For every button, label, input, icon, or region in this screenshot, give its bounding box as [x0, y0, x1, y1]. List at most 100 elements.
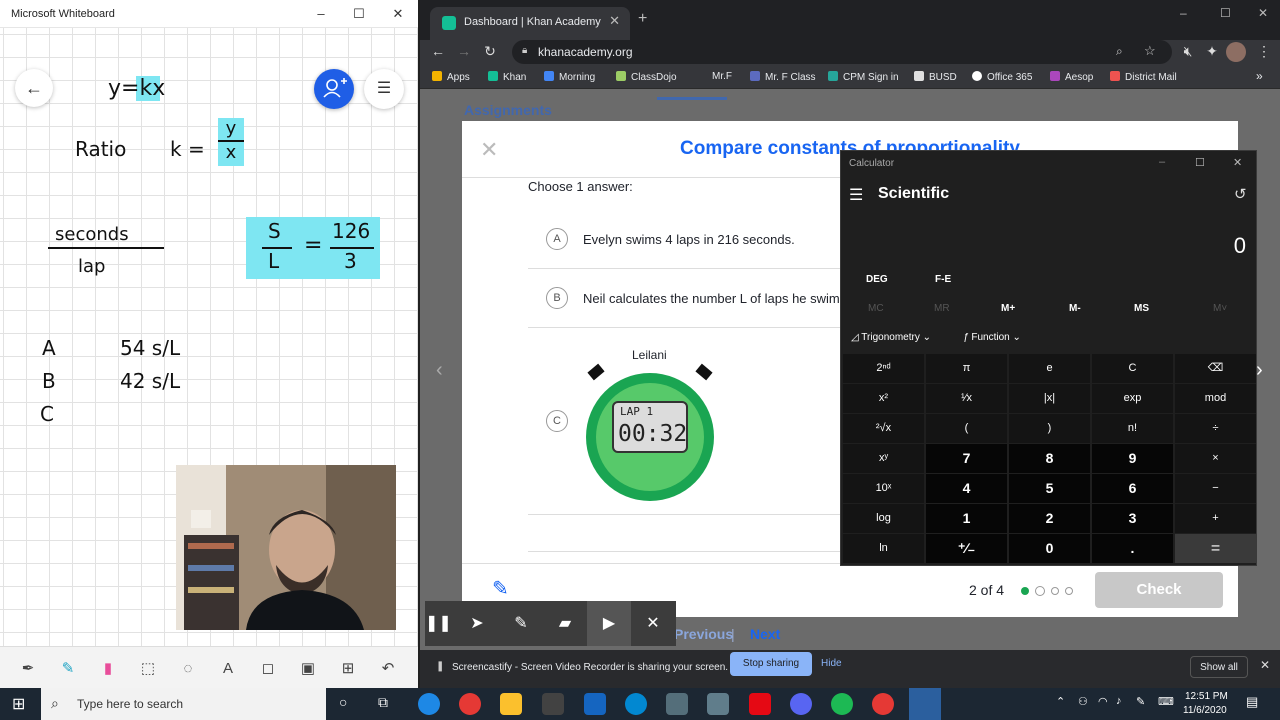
scratchpad-icon[interactable]: ✎	[492, 576, 509, 601]
calc-key-18[interactable]: 9	[1092, 444, 1173, 473]
camera-icon[interactable]: ▶	[587, 601, 631, 646]
calc-key-15[interactable]: xʸ	[843, 444, 924, 473]
edge-icon[interactable]	[418, 693, 440, 715]
app-icon[interactable]	[625, 693, 647, 715]
tab-close-icon[interactable]: ✕	[609, 13, 620, 29]
calc-key-24[interactable]: −	[1175, 474, 1256, 503]
calc-close-icon[interactable]: ✕	[1233, 156, 1242, 169]
calc-key-3[interactable]: C	[1092, 354, 1173, 383]
calc-key-33[interactable]: .	[1092, 534, 1173, 563]
cursor-icon[interactable]: ➤	[455, 601, 499, 646]
fe-button[interactable]: F-E	[935, 274, 951, 285]
calc-key-30[interactable]: ln	[843, 534, 924, 563]
calc-key-5[interactable]: x²	[843, 384, 924, 413]
pen-workspace-icon[interactable]: ✎	[1136, 695, 1145, 708]
calc-key-12[interactable]: )	[1009, 414, 1090, 443]
close-icon[interactable]: ✕	[1260, 658, 1270, 672]
pen-icon[interactable]: ✎	[499, 601, 543, 646]
chrome-icon[interactable]	[872, 693, 894, 715]
calc-key-8[interactable]: exp	[1092, 384, 1173, 413]
notifications-icon[interactable]: ▤	[1246, 694, 1258, 710]
mute-icon[interactable]: 🔇︎	[1178, 43, 1198, 60]
bookmark-khan[interactable]: Khan	[488, 71, 526, 83]
calc-key-28[interactable]: 3	[1092, 504, 1173, 533]
deg-button[interactable]: DEG	[866, 274, 888, 285]
previous-link[interactable]: Previous	[674, 626, 733, 642]
calc-key-9[interactable]: mod	[1175, 384, 1256, 413]
chrome-icon[interactable]	[459, 693, 481, 715]
people-icon[interactable]: ⚇	[1078, 695, 1088, 708]
pause-icon[interactable]: ❚❚	[425, 601, 452, 646]
calc-key-32[interactable]: 0	[1009, 534, 1090, 563]
check-button[interactable]: Check	[1095, 572, 1223, 608]
tray-chevron-icon[interactable]: ⌃	[1056, 695, 1065, 708]
more-vert-icon[interactable]: ⋮	[1254, 43, 1274, 60]
reload-icon[interactable]: ↻	[480, 43, 500, 60]
extensions-icon[interactable]: ✦	[1202, 43, 1222, 60]
mr-button[interactable]: MR	[934, 303, 950, 314]
function-dropdown[interactable]: ƒ Function ⌄	[963, 332, 1021, 343]
file-explorer-icon[interactable]	[500, 693, 522, 715]
eraser-icon[interactable]: ▰	[543, 601, 587, 646]
invite-button[interactable]	[314, 69, 354, 109]
mc-button[interactable]: MC	[868, 303, 884, 314]
calc-key-14[interactable]: ÷	[1175, 414, 1256, 443]
maximize-icon[interactable]: ☐	[349, 4, 369, 24]
bookmark-apps[interactable]: Apps	[432, 71, 470, 83]
discord-icon[interactable]	[790, 693, 812, 715]
back-button[interactable]: ←	[15, 69, 53, 107]
add-icon[interactable]: ⊞	[332, 653, 364, 685]
calc-key-7[interactable]: |x|	[1009, 384, 1090, 413]
spotify-icon[interactable]	[831, 693, 853, 715]
bookmark-district-mail[interactable]: District Mail	[1110, 71, 1177, 83]
calc-key-4[interactable]: ⌫	[1175, 354, 1256, 383]
highlighter-icon[interactable]: ✎	[52, 653, 84, 685]
store-icon[interactable]	[542, 693, 564, 715]
menu-button[interactable]: ☰	[364, 69, 404, 109]
camera-icon[interactable]	[707, 693, 729, 715]
calc-key-0[interactable]: 2ⁿᵈ	[843, 354, 924, 383]
carousel-prev-icon[interactable]: ‹	[436, 359, 443, 382]
next-link[interactable]: Next	[750, 626, 780, 642]
calc-key-17[interactable]: 8	[1009, 444, 1090, 473]
back-arrow-icon[interactable]: ←	[428, 43, 448, 59]
windows-start-icon[interactable]: ⊞	[12, 694, 25, 714]
avatar[interactable]	[1226, 42, 1246, 62]
calc-key-1[interactable]: π	[926, 354, 1007, 383]
bookmark-office[interactable]: Office 365	[972, 71, 1032, 83]
calc-key-10[interactable]: ²√x	[843, 414, 924, 443]
calc-key-21[interactable]: 4	[926, 474, 1007, 503]
image-icon[interactable]: ▣	[292, 653, 324, 685]
whiteboard-taskbar-icon[interactable]	[909, 688, 941, 720]
browser-close-icon[interactable]: ✕	[1258, 6, 1268, 20]
clock-time[interactable]: 12:51 PM	[1185, 691, 1228, 702]
undo-icon[interactable]: ↶	[372, 653, 404, 685]
bookmark-classdojo[interactable]: ClassDojo	[616, 71, 677, 83]
note-icon[interactable]: ◻	[252, 653, 284, 685]
calculator-icon[interactable]	[666, 693, 688, 715]
keyboard-icon[interactable]: ⌨	[1158, 695, 1174, 708]
netflix-icon[interactable]	[749, 693, 771, 715]
bookmark-mrf-class[interactable]: Mr. F Class	[750, 71, 816, 83]
clock-date[interactable]: 11/6/2020	[1183, 705, 1227, 716]
ruler-icon[interactable]: ⬚	[132, 653, 164, 685]
taskbar-search[interactable]: ⌕ Type here to search	[41, 688, 326, 720]
show-all-button[interactable]: Show all	[1190, 656, 1248, 678]
calc-maximize-icon[interactable]: ☐	[1195, 156, 1205, 169]
hide-button[interactable]: Hide	[821, 658, 842, 669]
calc-key-19[interactable]: ×	[1175, 444, 1256, 473]
new-tab-icon[interactable]: +	[638, 10, 647, 28]
forward-arrow-icon[interactable]: →	[454, 43, 474, 59]
zoom-icon[interactable]: ⌕	[1116, 44, 1123, 59]
calc-key-27[interactable]: 2	[1009, 504, 1090, 533]
bookmark-morning[interactable]: Morning	[544, 71, 595, 83]
bookmarks-more-icon[interactable]: »	[1256, 69, 1263, 83]
task-view-icon[interactable]: ⧉	[378, 694, 388, 711]
mminus-button[interactable]: M-	[1069, 303, 1081, 314]
star-icon[interactable]: ☆	[1144, 43, 1156, 59]
browser-maximize-icon[interactable]: ☐	[1220, 6, 1231, 20]
calc-key-2[interactable]: e	[1009, 354, 1090, 383]
calc-key-20[interactable]: 10ˣ	[843, 474, 924, 503]
ms-button[interactable]: MS	[1134, 303, 1149, 314]
wifi-icon[interactable]: ◠	[1098, 695, 1108, 708]
